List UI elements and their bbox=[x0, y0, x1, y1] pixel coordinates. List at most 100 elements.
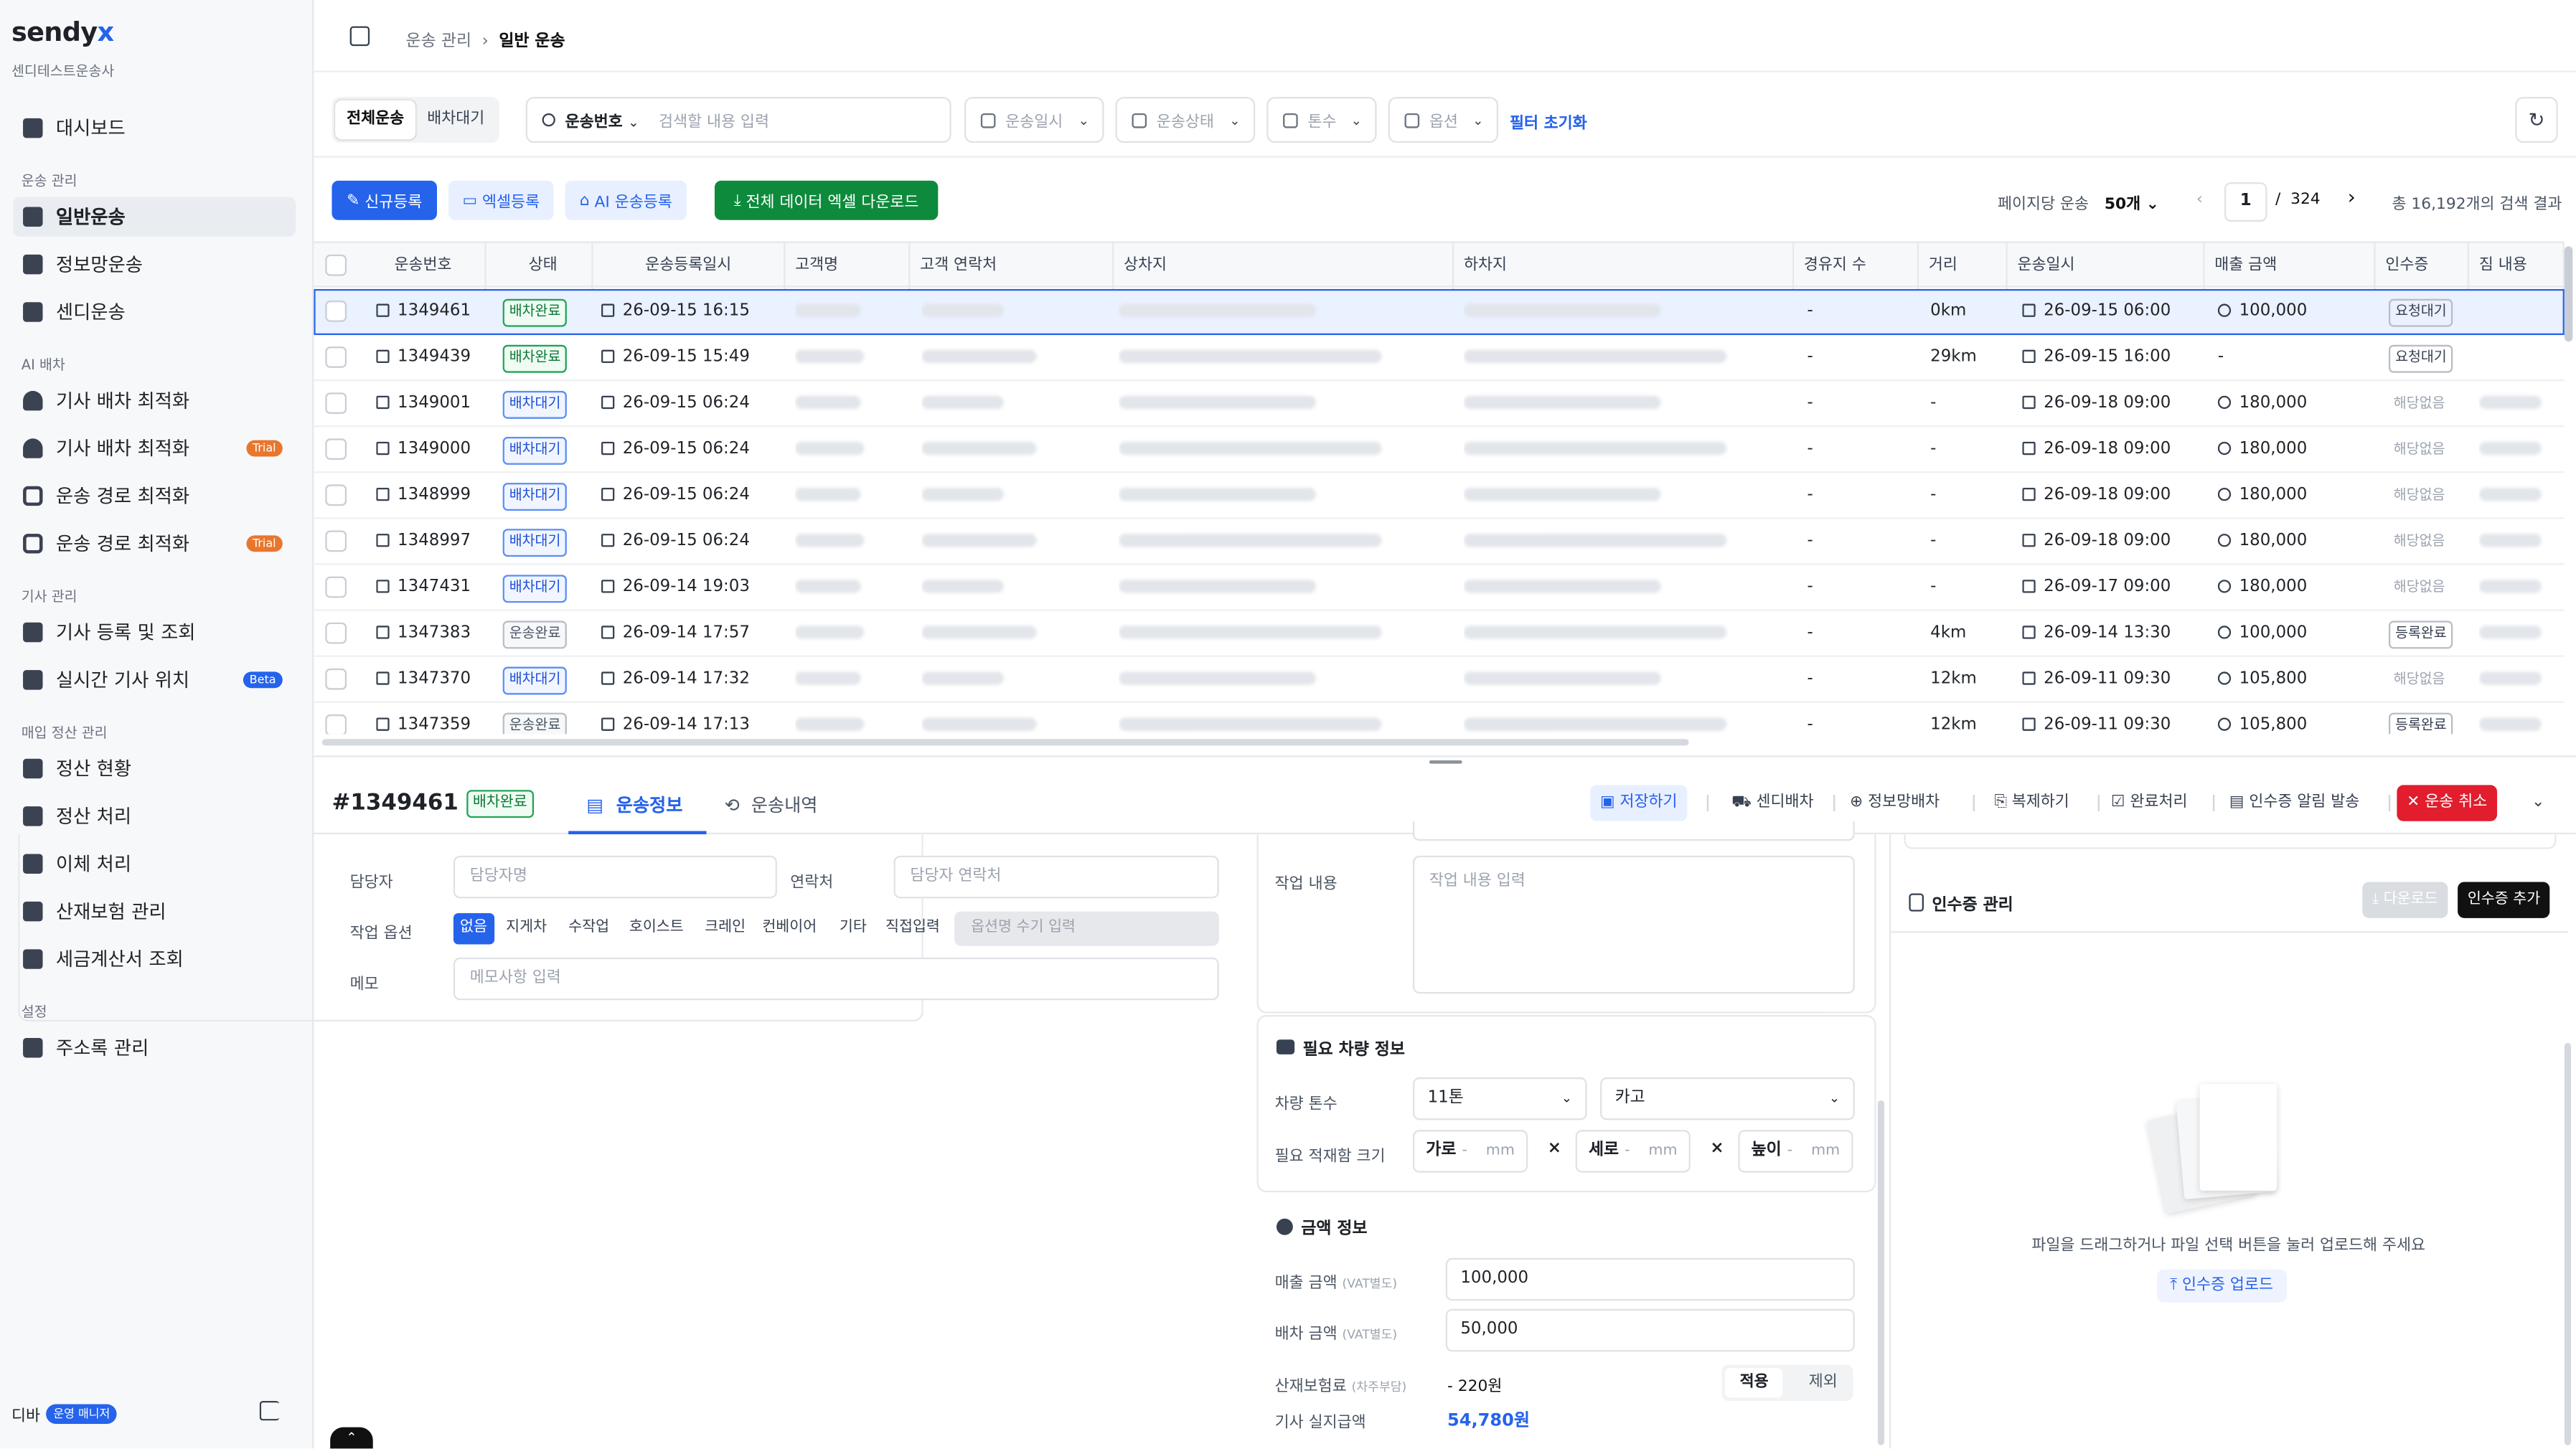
seg-waiting[interactable]: 배차대기 bbox=[415, 100, 496, 140]
work-option-chip[interactable]: 직접입력 bbox=[879, 913, 946, 945]
logout-icon[interactable] bbox=[259, 1400, 280, 1421]
date-filter[interactable]: 운송일시 ⌄ bbox=[964, 97, 1104, 143]
table-row[interactable]: 1347431 배차대기 26-09-14 19:03 - - 26-09-17 09:0… bbox=[314, 565, 2565, 611]
manager-input[interactable]: 담당자명 bbox=[453, 855, 777, 899]
sidebar-item[interactable]: 정산 현황 bbox=[13, 749, 296, 788]
receipt-notify-button[interactable]: ▤ 인수증 알림 발송 bbox=[2219, 785, 2369, 821]
column-header[interactable]: 고객명 bbox=[785, 242, 911, 289]
column-header[interactable]: 운송번호 bbox=[362, 242, 486, 289]
ton-select[interactable]: 11톤 ⌄ bbox=[1412, 1077, 1587, 1120]
receipt-scrollbar[interactable] bbox=[2564, 1042, 2572, 1445]
search-box[interactable]: 운송번호 ⌄ 검색할 내용 입력 bbox=[525, 97, 951, 143]
row-checkbox[interactable] bbox=[325, 438, 347, 461]
sidebar-item[interactable]: 기사 배차 최적화 Trial bbox=[13, 429, 296, 468]
sidebar-item[interactable]: 기사 등록 및 조회 bbox=[13, 613, 296, 652]
table-row[interactable]: 1348997 배차대기 26-09-15 06:24 - - 26-09-18 09:0… bbox=[314, 519, 2565, 565]
column-header[interactable]: 거리 bbox=[1919, 242, 2008, 289]
collapse-up-icon[interactable]: ⌃ bbox=[330, 1427, 373, 1449]
work-content-textarea[interactable]: 작업 내용 입력 bbox=[1412, 855, 1855, 994]
table-row[interactable]: 1347370 배차대기 26-09-14 17:32 - 12km 26-09-11 0… bbox=[314, 657, 2565, 703]
column-header[interactable]: 하차지 bbox=[1454, 242, 1795, 289]
tonnage-filter[interactable]: 톤수 ⌄ bbox=[1266, 97, 1377, 143]
row-checkbox[interactable] bbox=[325, 392, 347, 414]
status-filter[interactable]: 운송상태 ⌄ bbox=[1115, 97, 1256, 143]
table-row[interactable]: 1349000 배차대기 26-09-15 06:24 - - 26-09-18 09:0… bbox=[314, 427, 2565, 473]
select-all-checkbox[interactable] bbox=[325, 254, 347, 276]
new-button[interactable]: ✎ 신규등록 bbox=[332, 180, 438, 220]
work-option-chip[interactable]: 호이스트 bbox=[623, 913, 690, 945]
depth-input[interactable]: 세로 - mm bbox=[1575, 1130, 1691, 1173]
column-header[interactable]: 운송등록일시 bbox=[593, 242, 786, 289]
sidebar-item[interactable]: 운송 경로 최적화 bbox=[13, 476, 296, 516]
row-checkbox[interactable] bbox=[325, 484, 347, 506]
logo[interactable]: sendyx bbox=[11, 16, 114, 48]
column-header[interactable]: 운송일시 bbox=[2008, 242, 2205, 289]
ai-register-button[interactable]: ⌂ AI 운송등록 bbox=[565, 180, 687, 220]
table-row[interactable]: 1348999 배차대기 26-09-15 06:24 - - 26-09-18 09:0… bbox=[314, 473, 2565, 519]
resize-handle[interactable] bbox=[1429, 760, 1462, 764]
horizontal-scrollbar[interactable] bbox=[321, 739, 1689, 746]
column-header[interactable]: 상태 bbox=[494, 242, 593, 289]
row-checkbox[interactable] bbox=[325, 346, 347, 368]
row-checkbox[interactable] bbox=[325, 714, 347, 735]
apply-option[interactable]: 적용 bbox=[1724, 1368, 1784, 1398]
row-checkbox[interactable] bbox=[325, 530, 347, 552]
sidebar-item[interactable]: 정보망운송 bbox=[13, 245, 296, 284]
table-row[interactable]: 1349461 배차완료 26-09-15 16:15 - 0km 26-09-15 06… bbox=[314, 288, 2565, 336]
sidebar-item[interactable]: 실시간 기사 위치 Beta bbox=[13, 660, 296, 699]
sidebar-item[interactable]: 대시보드 bbox=[13, 108, 296, 148]
dispatch-amount-input[interactable]: 50,000 bbox=[1445, 1308, 1855, 1352]
seg-all[interactable]: 전체운송 bbox=[335, 100, 416, 140]
row-checkbox[interactable] bbox=[325, 300, 347, 322]
contact-input[interactable]: 담당자 연락처 bbox=[893, 855, 1219, 899]
info-dispatch-button[interactable]: ⊕ 정보망배차 bbox=[1840, 785, 1950, 821]
search-key-select[interactable]: 운송번호 ⌄ bbox=[565, 108, 639, 131]
work-option-chip[interactable]: 크레인 bbox=[698, 913, 752, 945]
work-option-input[interactable]: 옵션명 수기 입력 bbox=[954, 911, 1219, 946]
receipt-download-button[interactable]: ⤓ 다운로드 bbox=[2362, 882, 2448, 918]
table-row[interactable]: 1349001 배차대기 26-09-15 06:24 - - 26-09-18 09:0… bbox=[314, 381, 2565, 428]
previous-input-edge[interactable] bbox=[1412, 821, 1855, 841]
row-checkbox[interactable] bbox=[325, 576, 347, 598]
column-header[interactable]: 상차지 bbox=[1114, 242, 1454, 289]
column-header[interactable]: 인수증 bbox=[2376, 242, 2470, 289]
sendy-dispatch-button[interactable]: ⛟ 센디배차 bbox=[1721, 785, 1823, 821]
work-option-chip[interactable]: 기타 bbox=[833, 913, 873, 945]
receipt-upload-button[interactable]: ⤒ 인수증 업로드 bbox=[2157, 1269, 2287, 1303]
refresh-icon[interactable]: ↻ bbox=[2515, 97, 2558, 143]
work-option-chip[interactable]: 수작업 bbox=[562, 913, 616, 945]
tab-transport-info[interactable]: ▤ 운송정보 bbox=[586, 792, 682, 818]
column-header[interactable]: 고객 연락처 bbox=[910, 242, 1114, 289]
prev-page-icon[interactable]: ‹ bbox=[2196, 191, 2203, 209]
sidebar-toggle-icon[interactable] bbox=[349, 26, 370, 47]
work-option-chip[interactable]: 지게차 bbox=[499, 913, 553, 945]
table-row[interactable]: 1347383 운송완료 26-09-14 17:57 - 4km 26-09-14 13… bbox=[314, 611, 2565, 657]
height-input[interactable]: 높이 - mm bbox=[1738, 1130, 1853, 1173]
cancel-transport-button[interactable]: ✕ 운송 취소 bbox=[2397, 785, 2497, 821]
search-input[interactable]: 검색할 내용 입력 bbox=[659, 108, 769, 131]
per-page-select[interactable]: 50개 ⌄ bbox=[2105, 191, 2159, 213]
copy-button[interactable]: ⎘ 복제하기 bbox=[1985, 785, 2079, 821]
width-input[interactable]: 가로 - mm bbox=[1412, 1130, 1528, 1173]
table-row[interactable]: 1349439 배차완료 26-09-15 15:49 - 29km 26-09-15 1… bbox=[314, 335, 2565, 382]
receipt-add-button[interactable]: 인수증 추가 bbox=[2458, 882, 2550, 918]
sales-amount-input[interactable]: 100,000 bbox=[1445, 1257, 1855, 1301]
memo-input[interactable]: 메모사항 입력 bbox=[453, 957, 1219, 1001]
exclude-option[interactable]: 제외 bbox=[1794, 1368, 1852, 1397]
row-checkbox[interactable] bbox=[325, 622, 347, 644]
detail-scrollbar[interactable] bbox=[1877, 1100, 1885, 1445]
page-input[interactable]: 1 bbox=[2224, 182, 2267, 222]
sidebar-item[interactable]: 운송 경로 최적화 Trial bbox=[13, 524, 296, 563]
column-header[interactable]: 짐 내용 bbox=[2469, 242, 2565, 289]
more-chevron-icon[interactable]: ⌄ bbox=[2521, 785, 2554, 821]
excel-upload-button[interactable]: ▭ 엑셀등록 bbox=[448, 180, 554, 220]
next-page-icon[interactable]: › bbox=[2348, 186, 2356, 209]
filter-reset-link[interactable]: 필터 초기화 bbox=[1510, 110, 1587, 133]
tab-transport-history[interactable]: ⟲ 운송내역 bbox=[725, 792, 818, 818]
save-button[interactable]: ▣ 저장하기 bbox=[1590, 785, 1688, 821]
work-option-chip[interactable]: 컨베이어 bbox=[756, 913, 823, 945]
sidebar-item[interactable]: 일반운송 bbox=[13, 197, 296, 237]
sidebar-item[interactable]: 센디운송 bbox=[13, 293, 296, 332]
table-row[interactable]: 1347359 운송완료 26-09-14 17:13 - 12km 26-09-11 0… bbox=[314, 703, 2565, 735]
column-header[interactable]: 매출 금액 bbox=[2205, 242, 2376, 289]
